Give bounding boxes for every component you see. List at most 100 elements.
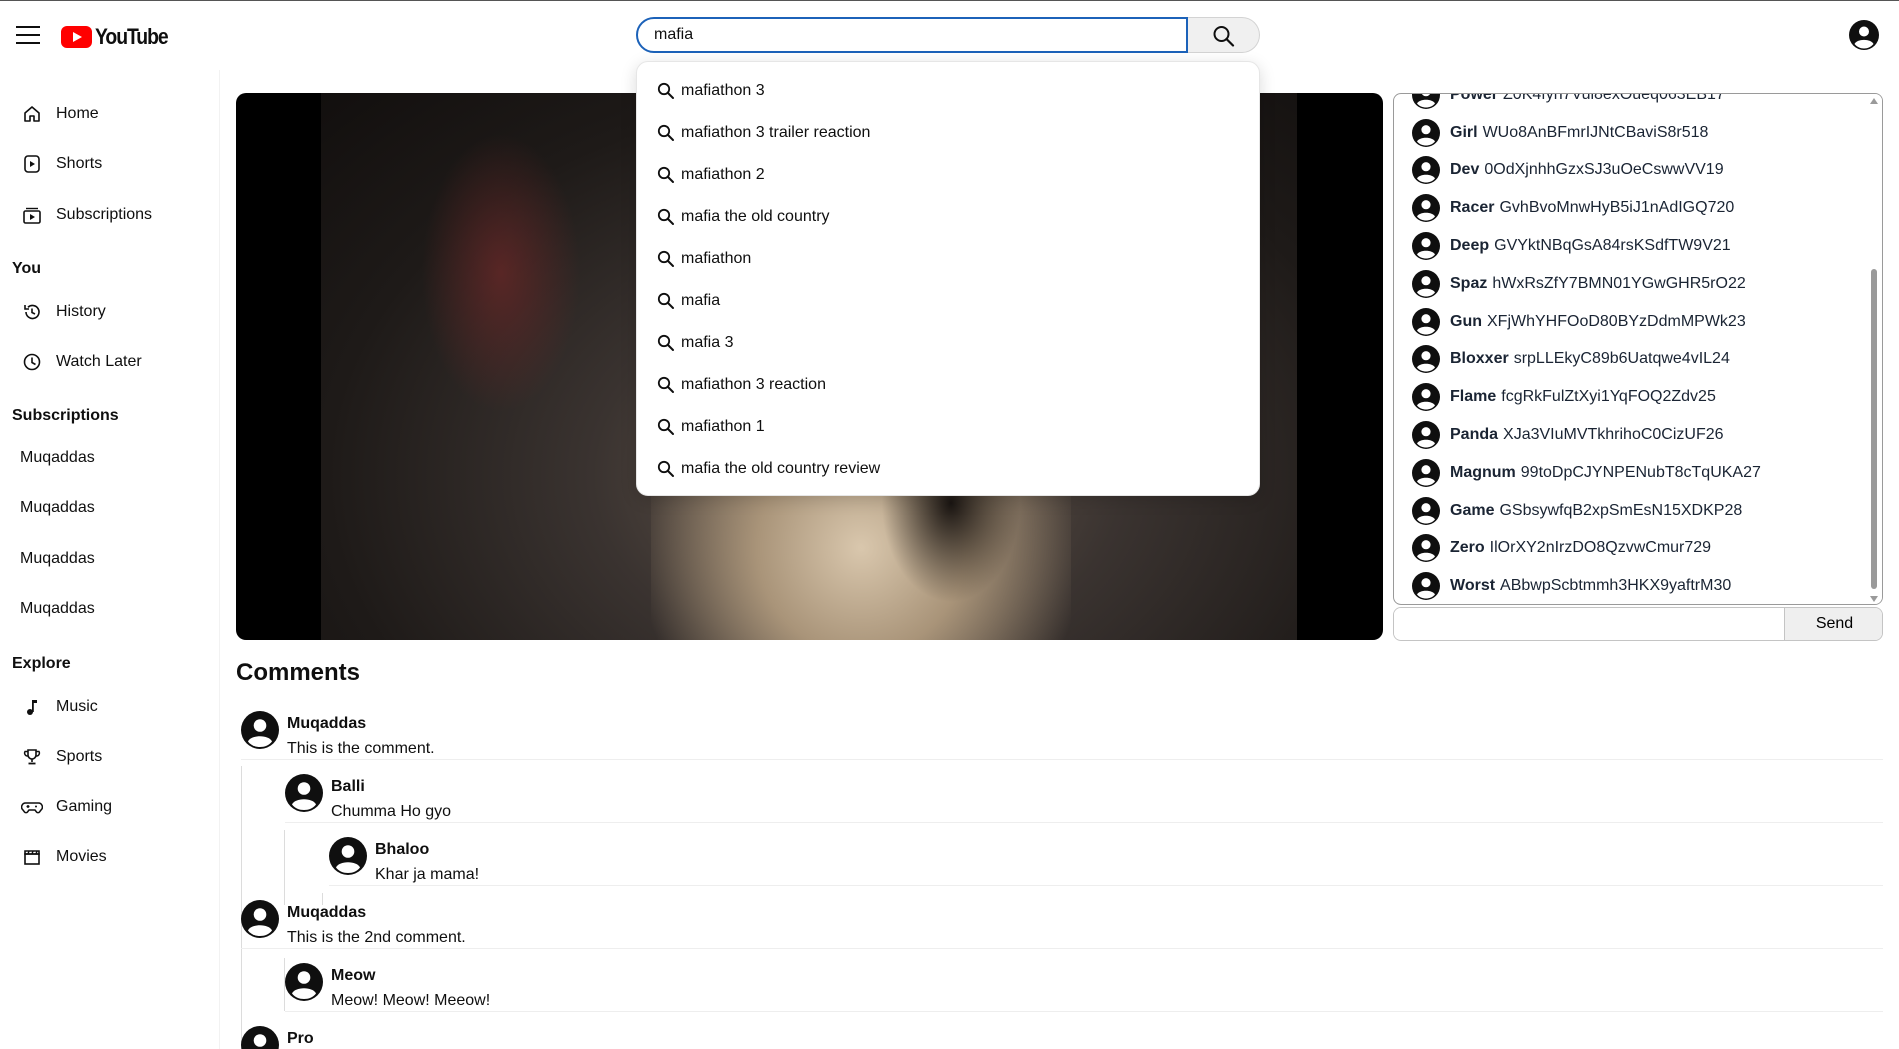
search-button[interactable] <box>1188 17 1260 53</box>
sidebar-item-gaming[interactable]: Gaming <box>12 787 202 827</box>
comment-divider <box>241 759 1883 760</box>
chat-message: Magnum 99toDpCJYNPENubT8cTqUKA27 <box>1394 454 1864 492</box>
avatar-icon <box>1412 496 1440 525</box>
suggestion-text: mafiathon 3 reaction <box>681 376 826 393</box>
chat-author: Worst <box>1450 577 1496 595</box>
suggestion-item[interactable]: mafia <box>637 280 1259 322</box>
search-icon <box>657 417 677 437</box>
avatar-icon <box>329 837 367 875</box>
clock-icon <box>20 350 44 374</box>
avatar-icon <box>1412 383 1440 412</box>
suggestion-text: mafiathon 2 <box>681 166 765 183</box>
chat-message-list: Power Z0K4fyn7Vui8exOueq063EB17 Girl WUo8An… <box>1394 93 1864 604</box>
search-icon <box>657 81 677 101</box>
sidebar-item-home[interactable]: Home <box>12 94 202 134</box>
avatar-icon <box>1412 572 1440 601</box>
chat-author: Racer <box>1450 199 1495 217</box>
search-icon <box>657 291 677 311</box>
subscriptions-icon <box>20 203 44 227</box>
comment-divider <box>241 948 1883 949</box>
shorts-icon <box>20 152 44 176</box>
search-suggestions: mafiathon 3 mafiathon 3 trailer reaction m… <box>636 61 1260 496</box>
chat-author: Power <box>1450 93 1499 103</box>
thread-line <box>284 830 285 905</box>
chat-message: Game GSbsywfqB2xpSmEsN15XDKP28 <box>1394 492 1864 530</box>
suggestion-text: mafia the old country review <box>681 460 881 477</box>
sidebar-item-label: Sports <box>56 748 103 765</box>
home-icon <box>20 102 44 126</box>
suggestion-item[interactable]: mafia the old country review <box>637 448 1259 490</box>
chat-text: XFjWhYHFOoD80BYzDdmMPWk23 <box>1487 312 1746 330</box>
sidebar-item-label: Home <box>56 105 99 122</box>
comment-author: Balli <box>331 778 365 795</box>
subscription-item[interactable]: Muqaddas <box>20 499 95 517</box>
subscription-item[interactable]: Muqaddas <box>20 449 95 467</box>
sidebar-divider <box>219 70 220 1049</box>
sidebar-item-label: Movies <box>56 848 107 865</box>
sidebar-item-music[interactable]: Music <box>12 687 202 727</box>
suggestion-item[interactable]: mafiathon 2 <box>637 154 1259 196</box>
suggestion-item[interactable]: mafiathon 3 reaction <box>637 364 1259 406</box>
sidebar-item-sports[interactable]: Sports <box>12 737 202 777</box>
sidebar-item-label: Shorts <box>56 155 103 172</box>
subscription-item[interactable]: Muqaddas <box>20 600 95 618</box>
sidebar-item-shorts[interactable]: Shorts <box>12 144 202 184</box>
chat-author: Zero <box>1450 539 1485 557</box>
chat-author: Magnum <box>1450 463 1516 481</box>
comment: Meow Meow! Meow! Meeow! <box>285 963 490 1011</box>
suggestion-item[interactable]: mafiathon <box>637 238 1259 280</box>
chat-message-input[interactable] <box>1394 608 1784 640</box>
suggestion-item[interactable]: mafia 3 <box>637 322 1259 364</box>
chat-text: fcgRkFulZtXyi1YqFOQ2Zdv25 <box>1501 388 1716 406</box>
subscription-item[interactable]: Muqaddas <box>20 550 95 568</box>
chat-text: GvhBvoMnwHyB5iJ1nAdIGQ720 <box>1499 199 1735 217</box>
sidebar-item-label: Subscriptions <box>56 206 153 223</box>
sidebar-item-label: Gaming <box>56 798 113 815</box>
avatar-icon <box>1412 232 1440 261</box>
suggestion-item[interactable]: mafia the old country <box>637 196 1259 238</box>
sidebar-item-label: Watch Later <box>56 353 142 370</box>
youtube-logo[interactable]: YouTube <box>61 24 177 50</box>
gamepad-icon <box>20 795 44 819</box>
comment: Balli Chumma Ho gyo <box>285 774 451 822</box>
chat-message: Flame fcgRkFulZtXyi1YqFOQ2Zdv25 <box>1394 378 1864 416</box>
chat-text: GSbsywfqB2xpSmEsN15XDKP28 <box>1499 501 1743 519</box>
search-icon <box>657 459 677 479</box>
sidebar-item-movies[interactable]: Movies <box>12 837 202 877</box>
avatar-icon <box>1412 156 1440 185</box>
scroll-down-arrow[interactable] <box>1870 596 1878 602</box>
suggestion-item[interactable]: mafiathon 3 <box>637 70 1259 112</box>
suggestion-text: mafia <box>681 292 721 309</box>
music-icon <box>20 695 44 719</box>
menu-icon[interactable] <box>16 26 40 44</box>
avatar-icon <box>1412 118 1440 147</box>
suggestion-item[interactable]: mafiathon 1 <box>637 406 1259 448</box>
avatar-icon <box>1412 345 1440 374</box>
sidebar-item-subscriptions[interactable]: Subscriptions <box>12 195 202 235</box>
sidebar-item-history[interactable]: History <box>12 292 202 332</box>
avatar-icon <box>1412 458 1440 487</box>
chat-author: Flame <box>1450 388 1497 406</box>
scroll-up-arrow[interactable] <box>1870 98 1878 104</box>
chat-scrollbar[interactable] <box>1866 94 1882 604</box>
comment-divider <box>329 885 1883 886</box>
comment: Pro <box>241 1026 314 1049</box>
suggestion-item[interactable]: mafiathon 3 trailer reaction <box>637 112 1259 154</box>
scroll-thumb[interactable] <box>1871 269 1877 589</box>
account-avatar-icon[interactable] <box>1849 20 1879 50</box>
avatar-icon <box>241 711 279 749</box>
chat-author: Girl <box>1450 123 1478 141</box>
section-title-subscriptions: Subscriptions <box>12 407 119 424</box>
chat-message: Dev 0OdXjnhhGzxSJ3uOeCswwVV19 <box>1394 152 1864 190</box>
send-button[interactable]: Send <box>1784 608 1882 640</box>
chat-message: Girl WUo8AnBFmrIJNtCBaviS8r518 <box>1394 114 1864 152</box>
chat-text: 0OdXjnhhGzxSJ3uOeCswwVV19 <box>1484 161 1724 179</box>
comment: Muqaddas This is the comment. <box>241 711 435 759</box>
sidebar-item-watch-later[interactable]: Watch Later <box>12 342 202 382</box>
avatar-icon <box>285 774 323 812</box>
chat-author: Bloxxer <box>1450 350 1509 368</box>
comment-text: This is the comment. <box>287 740 435 757</box>
search-icon <box>657 333 677 353</box>
search-input[interactable] <box>636 17 1188 53</box>
avatar-icon <box>1412 194 1440 223</box>
